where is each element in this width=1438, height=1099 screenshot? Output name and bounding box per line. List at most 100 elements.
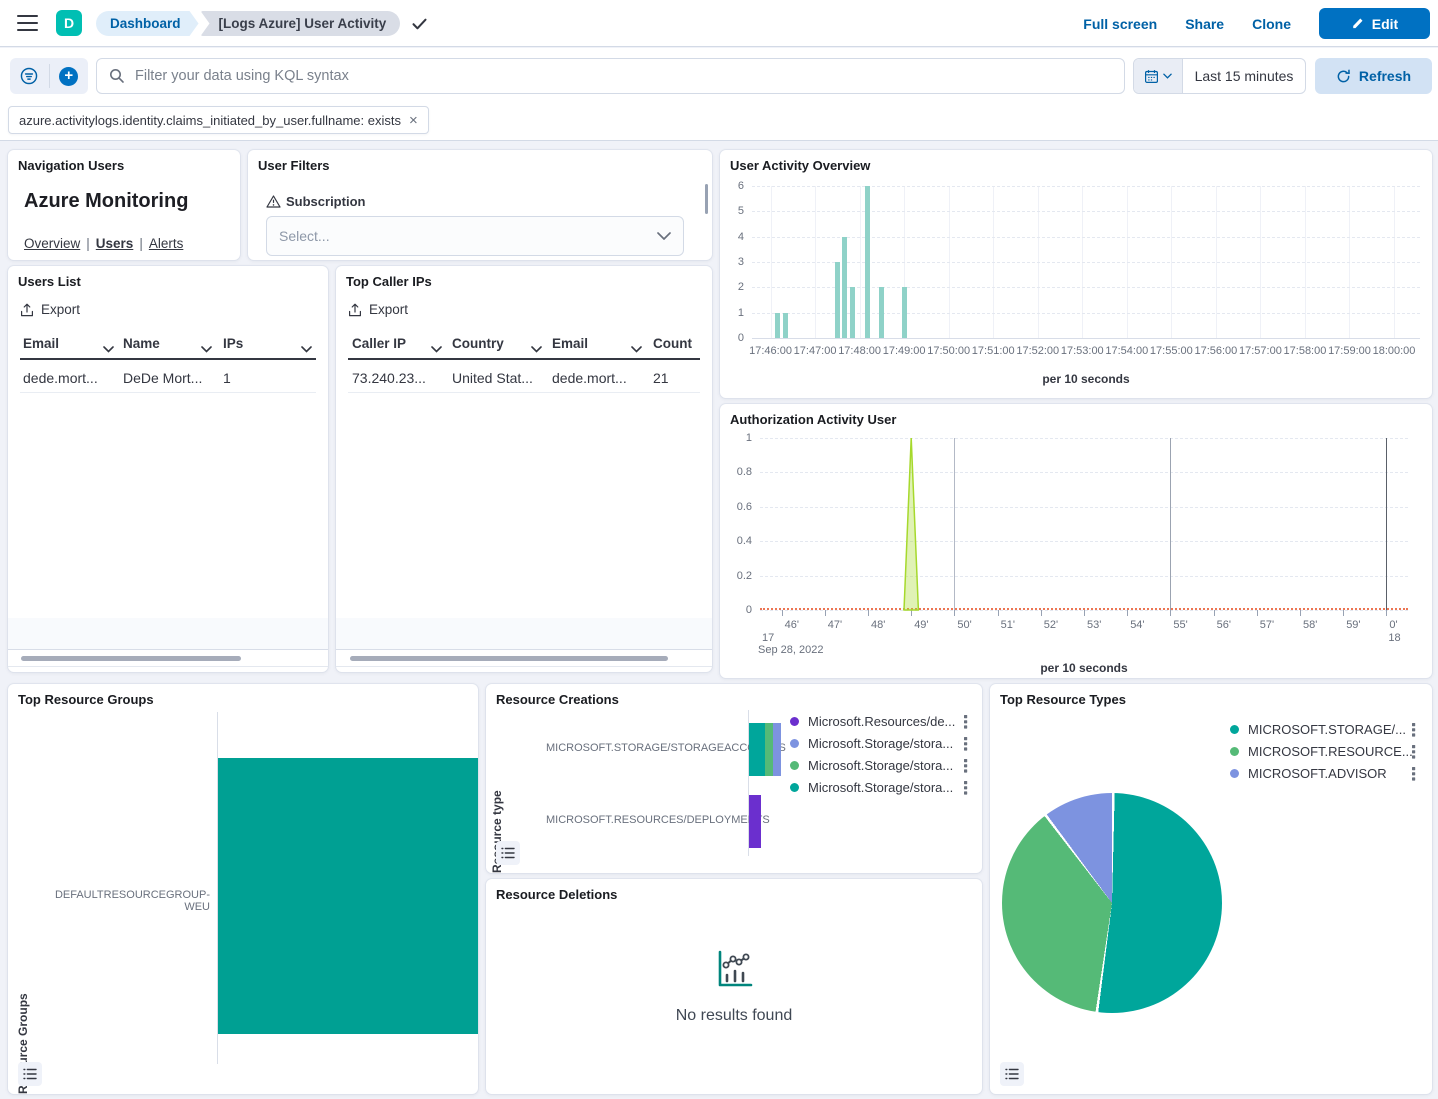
panel-title: Top Resource Types (1000, 692, 1126, 707)
panel-title: Top Resource Groups (18, 692, 154, 707)
stacked-bar-segment[interactable] (749, 723, 765, 776)
empty-state: No results found (486, 879, 982, 1094)
remove-filter-icon[interactable]: × (409, 113, 418, 128)
scrollbar-horizontal[interactable] (21, 656, 241, 661)
histogram-bar[interactable] (865, 186, 870, 338)
x-tick-label: 48' (871, 619, 885, 631)
resource-creations-chart[interactable]: MICROSOFT.STORAGE/STORAGEACCOUNTSMICROSO… (486, 684, 982, 873)
legend-dot (1230, 747, 1239, 756)
time-range-button[interactable]: Last 15 minutes (1183, 59, 1305, 93)
column-sort-icon[interactable] (201, 340, 212, 347)
y-tick-label: 0.2 (720, 570, 752, 582)
stacked-bar-segment[interactable] (765, 723, 773, 776)
x-tick (1386, 610, 1387, 616)
scrollbar-horizontal[interactable] (350, 656, 668, 661)
saved-query-menu-button[interactable] (10, 58, 49, 94)
subscription-select[interactable]: Select... (266, 216, 684, 256)
link-alerts[interactable]: Alerts (149, 236, 184, 251)
legend-toggle-button[interactable] (496, 841, 520, 865)
scrollbar-vertical[interactable] (705, 184, 708, 214)
panel-title: Navigation Users (18, 158, 124, 173)
horizontal-bar[interactable] (218, 758, 478, 1034)
x-tick-label: 57' (1260, 619, 1274, 631)
column-sort-icon[interactable] (631, 340, 642, 347)
top-resource-groups-chart[interactable]: DEFAULTRESOURCEGROUP-WEU (8, 684, 478, 1094)
legend-item[interactable]: MICROSOFT.ADVISOR (1230, 764, 1422, 784)
legend-item[interactable]: Microsoft.Storage/stora... (790, 734, 972, 754)
column-header[interactable]: Caller IP (352, 336, 406, 351)
column-header[interactable]: Email (552, 336, 588, 351)
column-sort-icon[interactable] (531, 340, 542, 347)
legend-item[interactable]: Microsoft.Storage/stora... (790, 756, 972, 776)
kebab-menu-icon[interactable] (964, 715, 970, 729)
link-users[interactable]: Users (96, 236, 134, 251)
column-header[interactable]: Count (653, 336, 692, 351)
breadcrumb-current-page[interactable]: [Logs Azure] User Activity (201, 11, 401, 36)
column-header[interactable]: Name (123, 336, 160, 351)
add-filter-button[interactable]: + (50, 58, 89, 94)
legend-item[interactable]: MICROSOFT.STORAGE/... (1230, 720, 1422, 740)
kebab-menu-icon[interactable] (1412, 723, 1418, 737)
panel-top-resource-types: Top Resource Types MICROSOFT.STORAGE/...… (990, 684, 1432, 1094)
column-header[interactable]: IPs (223, 336, 243, 351)
refresh-button[interactable]: Refresh (1315, 58, 1432, 94)
filter-pill[interactable]: azure.activitylogs.identity.claims_initi… (8, 106, 429, 134)
clone-link[interactable]: Clone (1252, 16, 1291, 32)
dashboard-app: D Dashboard [Logs Azure] User Activity F… (0, 0, 1438, 1099)
column-header[interactable]: Country (452, 336, 504, 351)
table-filler-stripe (8, 618, 328, 650)
breadcrumb-dashboard[interactable]: Dashboard (96, 11, 199, 36)
histogram-bar[interactable] (879, 287, 884, 338)
top-resource-types-chart[interactable]: MICROSOFT.STORAGE/...MICROSOFT.RESOURCE.… (990, 684, 1432, 1094)
x-tick (911, 610, 912, 616)
stacked-bar-segment[interactable] (749, 795, 761, 848)
table-bottom-line (336, 666, 712, 667)
area-spike[interactable] (760, 438, 1408, 610)
kebab-menu-icon[interactable] (964, 737, 970, 751)
histogram-bar[interactable] (775, 313, 780, 338)
full-screen-link[interactable]: Full screen (1083, 16, 1157, 32)
stacked-bar-segment[interactable] (773, 723, 781, 776)
histogram-bar[interactable] (835, 262, 840, 338)
edit-button[interactable]: Edit (1319, 8, 1430, 39)
legend-item[interactable]: MICROSOFT.RESOURCE... (1230, 742, 1422, 762)
users-list-table: EmailNameIPsdede.mort...DeDe Mort...1 (8, 266, 328, 672)
legend-toggle-button[interactable] (18, 1062, 42, 1086)
histogram-bar[interactable] (902, 287, 907, 338)
y-gridline (752, 211, 1420, 212)
kebab-menu-icon[interactable] (964, 759, 970, 773)
histogram-bar[interactable] (783, 313, 788, 338)
column-sort-icon[interactable] (103, 340, 114, 347)
authorization-activity-chart[interactable]: 00.20.40.60.8146'47'48'49'50'51'52'53'54… (720, 404, 1432, 678)
x-tick-label: 59' (1346, 619, 1360, 631)
kebab-menu-icon[interactable] (964, 781, 970, 795)
share-link[interactable]: Share (1185, 16, 1224, 32)
kebab-menu-icon[interactable] (1412, 745, 1418, 759)
menu-icon[interactable] (17, 15, 38, 32)
column-header[interactable]: Email (23, 336, 59, 351)
x-tick-label: 56' (1217, 619, 1231, 631)
pie[interactable] (1002, 793, 1222, 1013)
user-activity-overview-chart[interactable]: 17:46:0017:47:0017:48:0017:49:0017:50:00… (720, 150, 1432, 398)
x-axis-title: per 10 seconds (760, 661, 1408, 675)
markdown-links: Overview|Users|Alerts (24, 236, 183, 251)
legend-item[interactable]: Microsoft.Resources/de... (790, 712, 972, 732)
dashboard-logo[interactable]: D (56, 10, 82, 36)
kql-search-input[interactable] (135, 68, 1112, 84)
histogram-bar[interactable] (842, 237, 847, 338)
y-gridline (752, 237, 1420, 238)
hour-label: 18 (1388, 632, 1400, 644)
table-cell: United Stat... (452, 370, 533, 386)
histogram-bar[interactable] (850, 287, 855, 338)
query-bar: + Last 15 minutes Refresh azure.activity… (0, 48, 1438, 141)
legend-item[interactable]: Microsoft.Storage/stora... (790, 778, 972, 798)
column-sort-icon[interactable] (301, 340, 312, 347)
column-sort-icon[interactable] (431, 340, 442, 347)
calendar-dropdown-button[interactable] (1134, 59, 1183, 93)
kebab-menu-icon[interactable] (1412, 767, 1418, 781)
x-tick (1214, 610, 1215, 616)
category-label: MICROSOFT.STORAGE/STORAGEACCOUNTS (546, 742, 742, 754)
y-tick-label: 0.8 (720, 466, 752, 478)
link-overview[interactable]: Overview (24, 236, 80, 251)
legend-toggle-button[interactable] (1000, 1062, 1024, 1086)
